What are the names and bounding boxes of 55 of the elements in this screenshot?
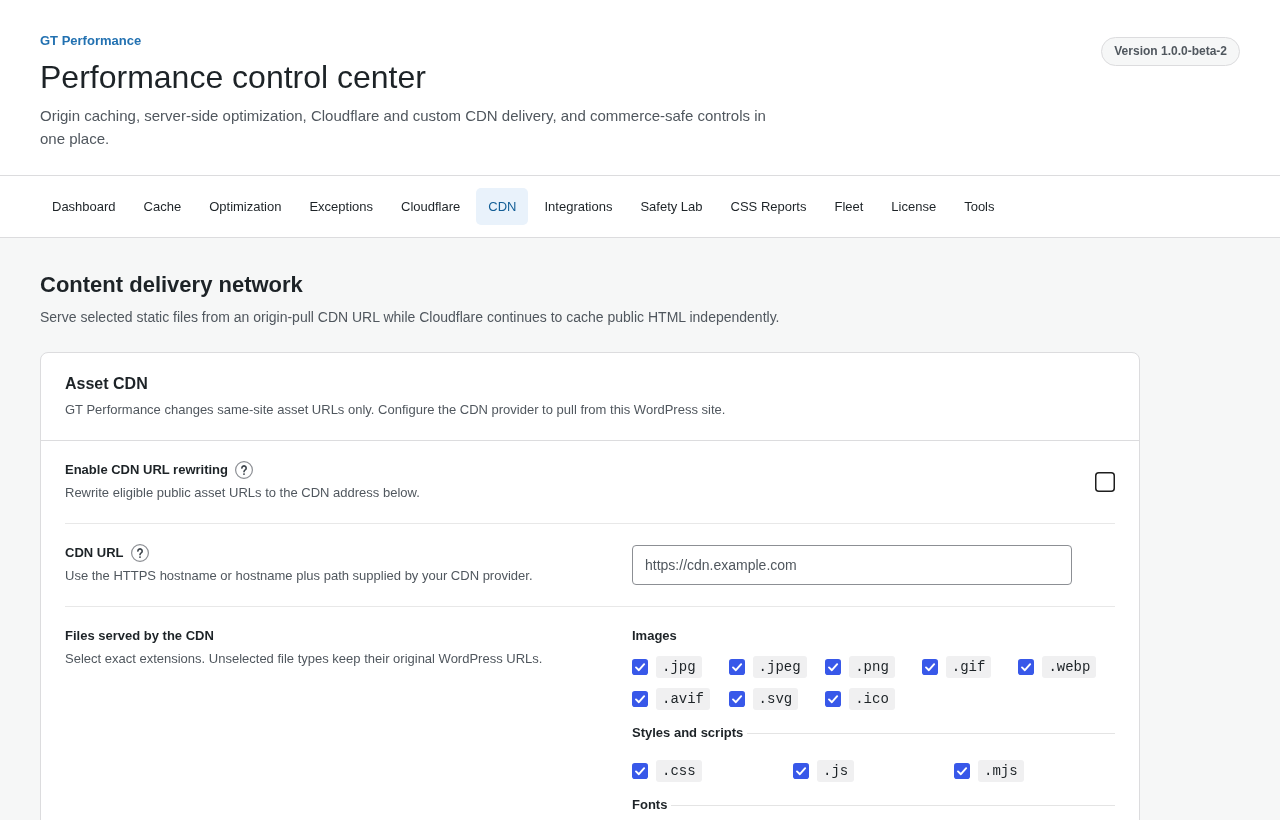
- header-description: Origin caching, server-side optimization, Cloudflare and custom CDN delivery, and commerce-safe controls in one place.: [40, 106, 767, 149]
- checkbox[interactable]: [954, 763, 970, 779]
- nav-tab[interactable]: Safety Lab: [628, 188, 715, 225]
- group-heading: Images: [632, 627, 677, 645]
- checkbox[interactable]: [825, 659, 842, 675]
- extension-label: .jpeg: [752, 656, 807, 678]
- checkbox[interactable]: [728, 659, 745, 675]
- extension-label: .gif: [945, 656, 992, 678]
- page-title: Performance control center: [40, 58, 427, 97]
- nav-tab[interactable]: Dashboard: [40, 188, 128, 225]
- nav-tab[interactable]: Cloudflare: [389, 188, 473, 225]
- setting-label: Enable CDN URL rewriting: [65, 461, 228, 479]
- card-description: GT Performance changes same-site asset URLs only. Configure the CDN provider to pull from this WordPress site.: [65, 401, 727, 419]
- checkbox[interactable]: [921, 659, 938, 675]
- extension-label: .svg: [752, 688, 799, 710]
- checkbox[interactable]: [728, 691, 745, 707]
- setting-label: CDN URL: [65, 544, 124, 562]
- brand-label: GT Performance: [40, 32, 143, 50]
- group-heading: Styles and scripts: [632, 724, 744, 742]
- setting-description: Use the HTTPS hostname or hostname plus path supplied by your CDN provider.: [65, 567, 534, 585]
- nav-tab[interactable]: CSS Reports: [718, 188, 819, 225]
- checkbox[interactable]: [1095, 471, 1115, 492]
- card-title: Asset CDN: [65, 374, 149, 394]
- extension-label: .avif: [656, 688, 710, 710]
- group-heading: Fonts: [632, 796, 668, 814]
- extension-label: .webp: [1042, 656, 1097, 678]
- help-icon[interactable]: [235, 461, 253, 479]
- section-description: Serve selected static files from an origin-pull CDN URL while Cloudflare continues to cache public HTML independently.: [40, 308, 781, 327]
- checkbox[interactable]: [825, 691, 842, 707]
- setting-label: Files served by the CDN: [65, 627, 214, 645]
- nav-tab[interactable]: Exceptions: [297, 188, 386, 225]
- nav-tab[interactable]: CDN: [476, 188, 529, 225]
- checkbox[interactable]: [1018, 659, 1035, 675]
- section-title: Content delivery network: [40, 271, 304, 299]
- extension-label: .png: [849, 656, 895, 678]
- version-badge: Version 1.0.0-beta-2: [1101, 37, 1240, 66]
- checkbox[interactable]: [632, 691, 648, 707]
- url-input[interactable]: https://cdn.example.com: [632, 544, 1072, 585]
- extension-label: .js: [817, 760, 855, 782]
- extension-label: .jpg: [656, 656, 702, 678]
- extension-label: .ico: [849, 688, 895, 710]
- extension-label: .mjs: [978, 760, 1024, 782]
- checkbox[interactable]: [793, 763, 809, 779]
- nav-tab[interactable]: Optimization: [197, 188, 294, 225]
- checkbox[interactable]: [632, 763, 648, 779]
- nav-tab[interactable]: Fleet: [822, 188, 876, 225]
- setting-description: Select exact extensions. Unselected file types keep their original WordPress URLs.: [65, 650, 544, 668]
- nav-tab[interactable]: License: [879, 188, 949, 225]
- help-icon[interactable]: [130, 544, 149, 562]
- extension-label: .css: [656, 760, 702, 782]
- nav-tab[interactable]: Integrations: [532, 188, 625, 225]
- nav-tab[interactable]: Tools: [952, 188, 1007, 225]
- nav-tab[interactable]: Cache: [131, 188, 194, 225]
- setting-description: Rewrite eligible public asset URLs to the CDN address below.: [65, 484, 421, 502]
- checkbox[interactable]: [632, 659, 648, 675]
